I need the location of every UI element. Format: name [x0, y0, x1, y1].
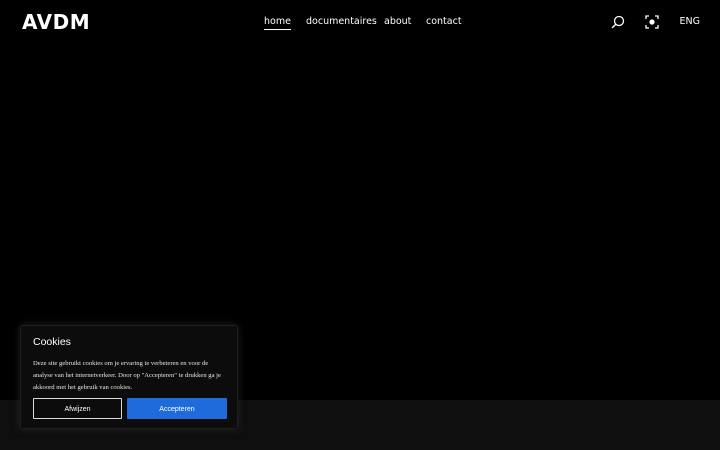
nav-item-home[interactable]: home — [264, 16, 291, 30]
search-icon[interactable] — [610, 14, 626, 30]
cookie-text: Deze site gebruikt cookies om je ervarin… — [33, 360, 221, 391]
header-tools: ENG — [562, 14, 702, 30]
site-logo[interactable]: AVDM — [22, 10, 90, 34]
nav-item-documentaires[interactable]: documentaires — [306, 16, 377, 28]
nav-item-contact[interactable]: contact — [426, 16, 462, 28]
page: AVDM home documentaires about contact EN… — [0, 0, 720, 450]
accept-button[interactable]: Accepteren — [127, 398, 227, 419]
language-switch[interactable]: ENG — [680, 16, 700, 28]
decline-button[interactable]: Afwijzen — [33, 398, 122, 419]
cookie-buttons: Afwijzen Accepteren — [33, 398, 227, 420]
site-header: AVDM home documentaires about contact EN… — [0, 0, 720, 44]
cookie-title: Cookies — [33, 336, 71, 348]
cookie-banner: Cookies Deze site gebruikt cookies om je… — [20, 325, 238, 429]
focus-icon[interactable] — [644, 14, 660, 30]
nav-item-about[interactable]: about — [384, 16, 411, 28]
